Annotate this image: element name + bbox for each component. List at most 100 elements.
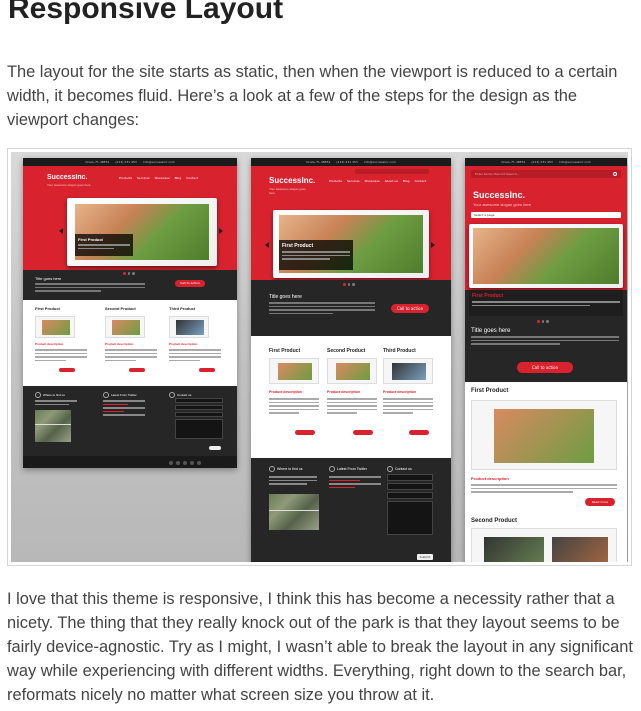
message-field[interactable] <box>387 501 433 535</box>
read-more-button-2[interactable] <box>129 368 145 372</box>
closing-paragraph: I love that this theme is responsive, I … <box>7 590 633 704</box>
topbar-address: Ocala, FL 48851 <box>85 160 110 164</box>
product-card-3: Third Product <box>383 348 416 354</box>
cta-band: First Product Title goes here Call to ac… <box>465 290 627 382</box>
page-title: Responsive Layout <box>8 0 284 25</box>
product-desc-2: Product description <box>327 390 361 394</box>
slide-prev-icon[interactable] <box>265 242 269 248</box>
hero-slide: First Product <box>67 198 217 266</box>
footer: Where to find us Latest From Twitter Con… <box>251 458 451 562</box>
nav-item-services[interactable]: Services <box>347 179 360 183</box>
nav-item-products[interactable]: Products <box>119 176 132 180</box>
topbar-phone: (213) 231 453 <box>531 160 553 164</box>
site-logo: SuccessInc. <box>473 190 526 200</box>
product-card-1: First Product <box>35 306 60 311</box>
nav-item-blog[interactable]: Blog <box>175 176 182 180</box>
name-field[interactable] <box>175 398 223 403</box>
page-select[interactable]: Select a page <box>471 212 621 218</box>
nav-item-contact[interactable]: Contact <box>186 176 198 180</box>
footer-map[interactable] <box>35 410 71 442</box>
topbar-email: info@successinc.com <box>558 160 591 164</box>
read-more-button-1[interactable]: Read more <box>585 498 615 506</box>
site-slogan: Your awesome slogan goes here <box>47 183 91 187</box>
cta-button[interactable]: Call to action <box>517 362 573 373</box>
nav-item-about[interactable]: About us <box>385 179 398 183</box>
read-more-button-1[interactable] <box>295 430 315 435</box>
cta-title: Title goes here <box>35 276 145 292</box>
topbar-phone: (213) 231 453 <box>336 160 358 164</box>
read-more-button-2[interactable] <box>353 430 373 435</box>
contact-form <box>175 398 223 441</box>
slide-prev-icon[interactable] <box>59 228 63 234</box>
mockup-mobile: Ocala, FL 48851 (213) 231 453 info@succe… <box>465 158 627 562</box>
slide-next-icon[interactable] <box>431 242 435 248</box>
email-field[interactable] <box>387 483 433 490</box>
footer-twitter-heading: Latest From Twitter <box>329 466 367 472</box>
product-card-3: Third Product <box>169 306 196 311</box>
site-logo: SuccessInc. <box>47 174 88 181</box>
cta-band: Title goes here Call to action <box>251 280 451 336</box>
site-slogan: Your awesome slogan goes here <box>269 187 306 195</box>
footer-find-heading: Where to find us <box>269 466 302 472</box>
nav-item-services[interactable]: Services <box>137 176 150 180</box>
product-image-2 <box>471 528 617 562</box>
read-more-button-1[interactable] <box>59 368 75 372</box>
responsive-screenshot: Ocala, FL 48851 (213) 231 453 info@succe… <box>7 148 632 566</box>
product-image-1 <box>35 316 75 338</box>
submit-button[interactable]: Submit <box>417 554 433 560</box>
footer-contact-heading: Contact us <box>387 466 412 472</box>
site-logo: SuccessInc. <box>269 176 316 185</box>
products-section: First Product Product description Second… <box>23 300 237 386</box>
product-card-2: Second Product <box>105 306 136 311</box>
nav-item-contact[interactable]: Contact <box>415 179 427 183</box>
slide-caption: First Product <box>279 240 353 270</box>
product-image-3 <box>169 316 209 338</box>
nav-item-products[interactable]: Products <box>329 179 342 183</box>
nav-item-showcase[interactable]: Showcase <box>365 179 380 183</box>
cta-band: Title goes here Call to action <box>23 270 237 300</box>
slide-dots <box>343 283 355 286</box>
hero-slide: First Product <box>273 210 429 278</box>
subject-field[interactable] <box>175 412 223 417</box>
product-desc-2: Product description <box>105 342 134 346</box>
social-icons <box>169 461 201 465</box>
slide-caption: First Product <box>469 290 623 316</box>
cta-title: Title goes here <box>269 294 375 314</box>
read-more-button-3[interactable] <box>199 368 215 372</box>
cta-button[interactable]: Call to action <box>175 280 205 287</box>
search-input[interactable]: Enter terms then hit Search... <box>471 170 621 178</box>
cta-title: Title goes here <box>471 328 619 345</box>
topbar: Ocala, FL 48851 (213) 231 453 info@succe… <box>251 158 451 166</box>
read-more-button-3[interactable] <box>409 430 429 435</box>
topbar: Ocala, FL 48851 (213) 231 453 info@succe… <box>465 158 627 166</box>
message-field[interactable] <box>175 419 223 439</box>
product-image-2 <box>327 358 377 384</box>
subject-field[interactable] <box>387 492 433 499</box>
search-input[interactable] <box>355 169 429 174</box>
email-field[interactable] <box>175 405 223 410</box>
product-image-1 <box>471 400 617 470</box>
product-desc-1: Product description <box>35 342 64 346</box>
slide-next-icon[interactable] <box>219 228 223 234</box>
nav-item-showcase[interactable]: Showcase <box>155 176 170 180</box>
site-header: Enter terms then hit Search... SuccessIn… <box>465 166 627 290</box>
slide-caption-title: First Product <box>78 237 103 242</box>
submit-button[interactable] <box>209 446 221 450</box>
site-header: SuccessInc. Your awesome slogan goes her… <box>23 166 237 270</box>
name-field[interactable] <box>387 474 433 481</box>
nav-item-blog[interactable]: Blog <box>403 179 410 183</box>
site-slogan: Your awesome slogan goes here <box>473 202 532 207</box>
hero-slide <box>469 224 623 288</box>
screenshot-stage: Ocala, FL 48851 (213) 231 453 info@succe… <box>11 152 628 562</box>
slide-dots <box>123 272 135 275</box>
footer-map[interactable] <box>269 494 319 530</box>
product-desc-3: Product description <box>169 342 198 346</box>
search-icon[interactable] <box>613 172 617 176</box>
mockup-tablet: Ocala, FL 48851 (213) 231 453 info@succe… <box>251 158 451 562</box>
product-card-2: Second Product <box>327 348 366 354</box>
topbar-phone: (213) 231 453 <box>115 160 137 164</box>
cta-button[interactable]: Call to action <box>391 304 429 313</box>
mockup-desktop: Ocala, FL 48851 (213) 231 453 info@succe… <box>23 158 237 468</box>
slide-dots <box>537 320 549 323</box>
products-section: First Product Product description Second… <box>251 336 451 458</box>
